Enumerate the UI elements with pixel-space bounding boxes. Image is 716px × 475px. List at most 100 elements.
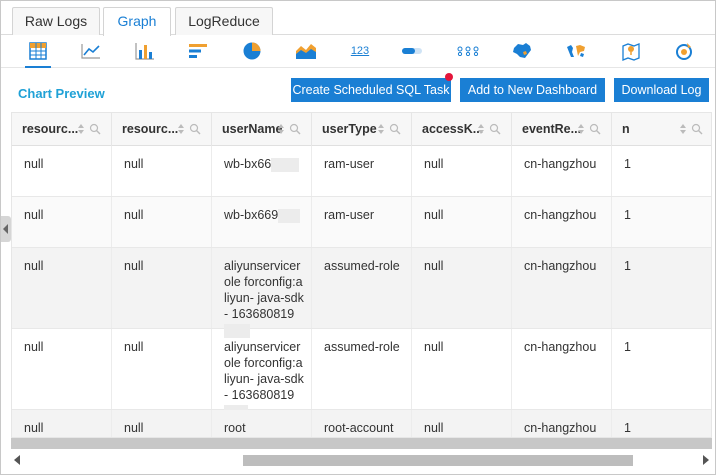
- single-value-icon[interactable]: 123: [347, 40, 373, 62]
- world-map-icon[interactable]: [563, 40, 589, 62]
- table-row[interactable]: null null wb-bx669 ram-user null cn-hang…: [12, 197, 711, 248]
- column-header[interactable]: userType: [312, 113, 412, 146]
- tab-graph[interactable]: Graph: [103, 7, 171, 36]
- column-header[interactable]: resourc...: [12, 113, 112, 146]
- add-to-new-dashboard-button[interactable]: Add to New Dashboard: [460, 78, 605, 102]
- table-cell: null: [412, 329, 512, 409]
- pie-chart-icon[interactable]: [239, 40, 265, 62]
- table-cell: null: [112, 146, 212, 196]
- horizontal-bar-icon[interactable]: [185, 40, 211, 62]
- table-cell: wb-bx669: [212, 197, 312, 247]
- map-pin-icon[interactable]: [618, 40, 644, 62]
- table-cell: 1: [624, 421, 631, 435]
- table-cell: null: [12, 197, 112, 247]
- scroll-right-icon[interactable]: [703, 455, 709, 465]
- create-scheduled-sql-task-button[interactable]: Create Scheduled SQL Task: [291, 78, 451, 102]
- column-header-label: userName: [222, 122, 283, 136]
- table-cell: null: [12, 329, 112, 409]
- column-header[interactable]: resourc...: [112, 113, 212, 146]
- sort-filter-icon[interactable]: [577, 123, 603, 135]
- table-cell: assumed-role: [312, 329, 412, 409]
- column-header-label: eventRe...: [522, 122, 582, 136]
- redacted-mask: [278, 208, 301, 223]
- table-cell: null: [12, 248, 112, 328]
- data-table: resourc... resourc... userName userType …: [11, 112, 712, 438]
- column-header-label: accessK...: [422, 122, 484, 136]
- bar-chart-icon[interactable]: [132, 40, 158, 62]
- table-cell: cn-hangzhou: [512, 248, 612, 328]
- horizontal-scrollbar[interactable]: [11, 449, 712, 471]
- tree-map-icon[interactable]: [671, 40, 697, 62]
- table-cell: cn-hangzhou: [512, 410, 612, 437]
- table-header: resourc... resourc... userName userType …: [12, 113, 711, 146]
- chart-type-bar: 123: [1, 36, 715, 68]
- cell-text: aliyunservicerole forconfig:aliyun- java…: [224, 259, 304, 321]
- line-chart-icon[interactable]: [78, 40, 104, 62]
- table-cell: ram-user: [312, 146, 412, 196]
- download-log-button[interactable]: Download Log: [614, 78, 709, 102]
- sort-filter-icon[interactable]: [477, 123, 503, 135]
- table-cell: root: [212, 410, 312, 437]
- table-cell: wb-bx66: [212, 146, 312, 196]
- column-header[interactable]: userName: [212, 113, 312, 146]
- column-header-label: resourc...: [122, 122, 179, 136]
- table-cell: assumed-role: [312, 248, 412, 328]
- redacted-mask: [271, 157, 300, 172]
- column-header[interactable]: n: [612, 113, 711, 146]
- sort-filter-icon[interactable]: [277, 123, 303, 135]
- area-chart-icon[interactable]: [293, 40, 319, 62]
- table-cell: cn-hangzhou: [512, 329, 612, 409]
- table-cell: cn-hangzhou: [512, 197, 612, 247]
- scrollbar-thumb[interactable]: [243, 455, 633, 466]
- table-cell: 1: [624, 340, 631, 354]
- table-cell: cn-hangzhou: [512, 146, 612, 196]
- table-row[interactable]: null null aliyunservicerole forconfig:al…: [12, 248, 711, 338]
- sort-filter-icon[interactable]: [377, 123, 403, 135]
- table-cell: null: [112, 410, 212, 437]
- scroll-left-icon[interactable]: [14, 455, 20, 465]
- column-header-label: userType: [322, 122, 377, 136]
- sort-filter-icon[interactable]: [77, 123, 103, 135]
- table-cell: root-account: [312, 410, 412, 437]
- tab-bar: Raw Logs Graph LogReduce: [1, 1, 715, 36]
- table-cell: null: [412, 197, 512, 247]
- notification-dot: [445, 73, 453, 81]
- table-row[interactable]: null null aliyunservicerole forconfig:al…: [12, 329, 711, 419]
- table-cell: null: [12, 146, 112, 196]
- table-cell: 1: [624, 259, 631, 273]
- cell-text: wb-bx669: [224, 208, 279, 222]
- cell-text: wb-bx66: [224, 157, 272, 171]
- table-cell: null: [12, 410, 112, 437]
- table-row[interactable]: null null wb-bx66 ram-user null cn-hangz…: [12, 146, 711, 197]
- table-cell: null: [412, 146, 512, 196]
- chart-preview-title: Chart Preview: [18, 86, 105, 101]
- collapse-sidebar-handle[interactable]: [1, 216, 11, 242]
- table-cell: aliyunservicerole forconfig:aliyun- java…: [212, 329, 312, 419]
- cell-text: aliyunservicerole forconfig:aliyun- java…: [224, 340, 304, 402]
- graph-panel: Raw Logs Graph LogReduce 123 Chart Previ…: [0, 0, 716, 475]
- table-cell: 1: [624, 157, 631, 171]
- table-row[interactable]: null null root root-account null cn-hang…: [12, 410, 711, 437]
- table-cell: null: [112, 329, 212, 409]
- table-cell: aliyunservicerole forconfig:aliyun- java…: [212, 248, 312, 338]
- table-cell: null: [412, 410, 512, 437]
- scrollbar-gutter: [11, 438, 712, 449]
- sort-filter-icon[interactable]: [177, 123, 203, 135]
- sort-filter-icon[interactable]: [679, 123, 705, 135]
- column-header[interactable]: eventRe...: [512, 113, 612, 146]
- table-cell: 1: [624, 208, 631, 222]
- column-header-label: n: [622, 122, 630, 136]
- tab-raw-logs[interactable]: Raw Logs: [12, 7, 100, 35]
- table-cell: null: [112, 248, 212, 328]
- table-icon[interactable]: [25, 40, 51, 68]
- column-header-label: resourc...: [22, 122, 79, 136]
- table-cell: null: [412, 248, 512, 328]
- column-header[interactable]: accessK...: [412, 113, 512, 146]
- table-cell: ram-user: [312, 197, 412, 247]
- tab-logreduce[interactable]: LogReduce: [175, 7, 273, 35]
- china-map-icon[interactable]: [509, 40, 535, 62]
- progress-bar-icon[interactable]: [399, 40, 425, 62]
- single-value-label: 123: [350, 45, 370, 57]
- table-cell: null: [112, 197, 212, 247]
- flow-chart-icon[interactable]: [455, 40, 481, 62]
